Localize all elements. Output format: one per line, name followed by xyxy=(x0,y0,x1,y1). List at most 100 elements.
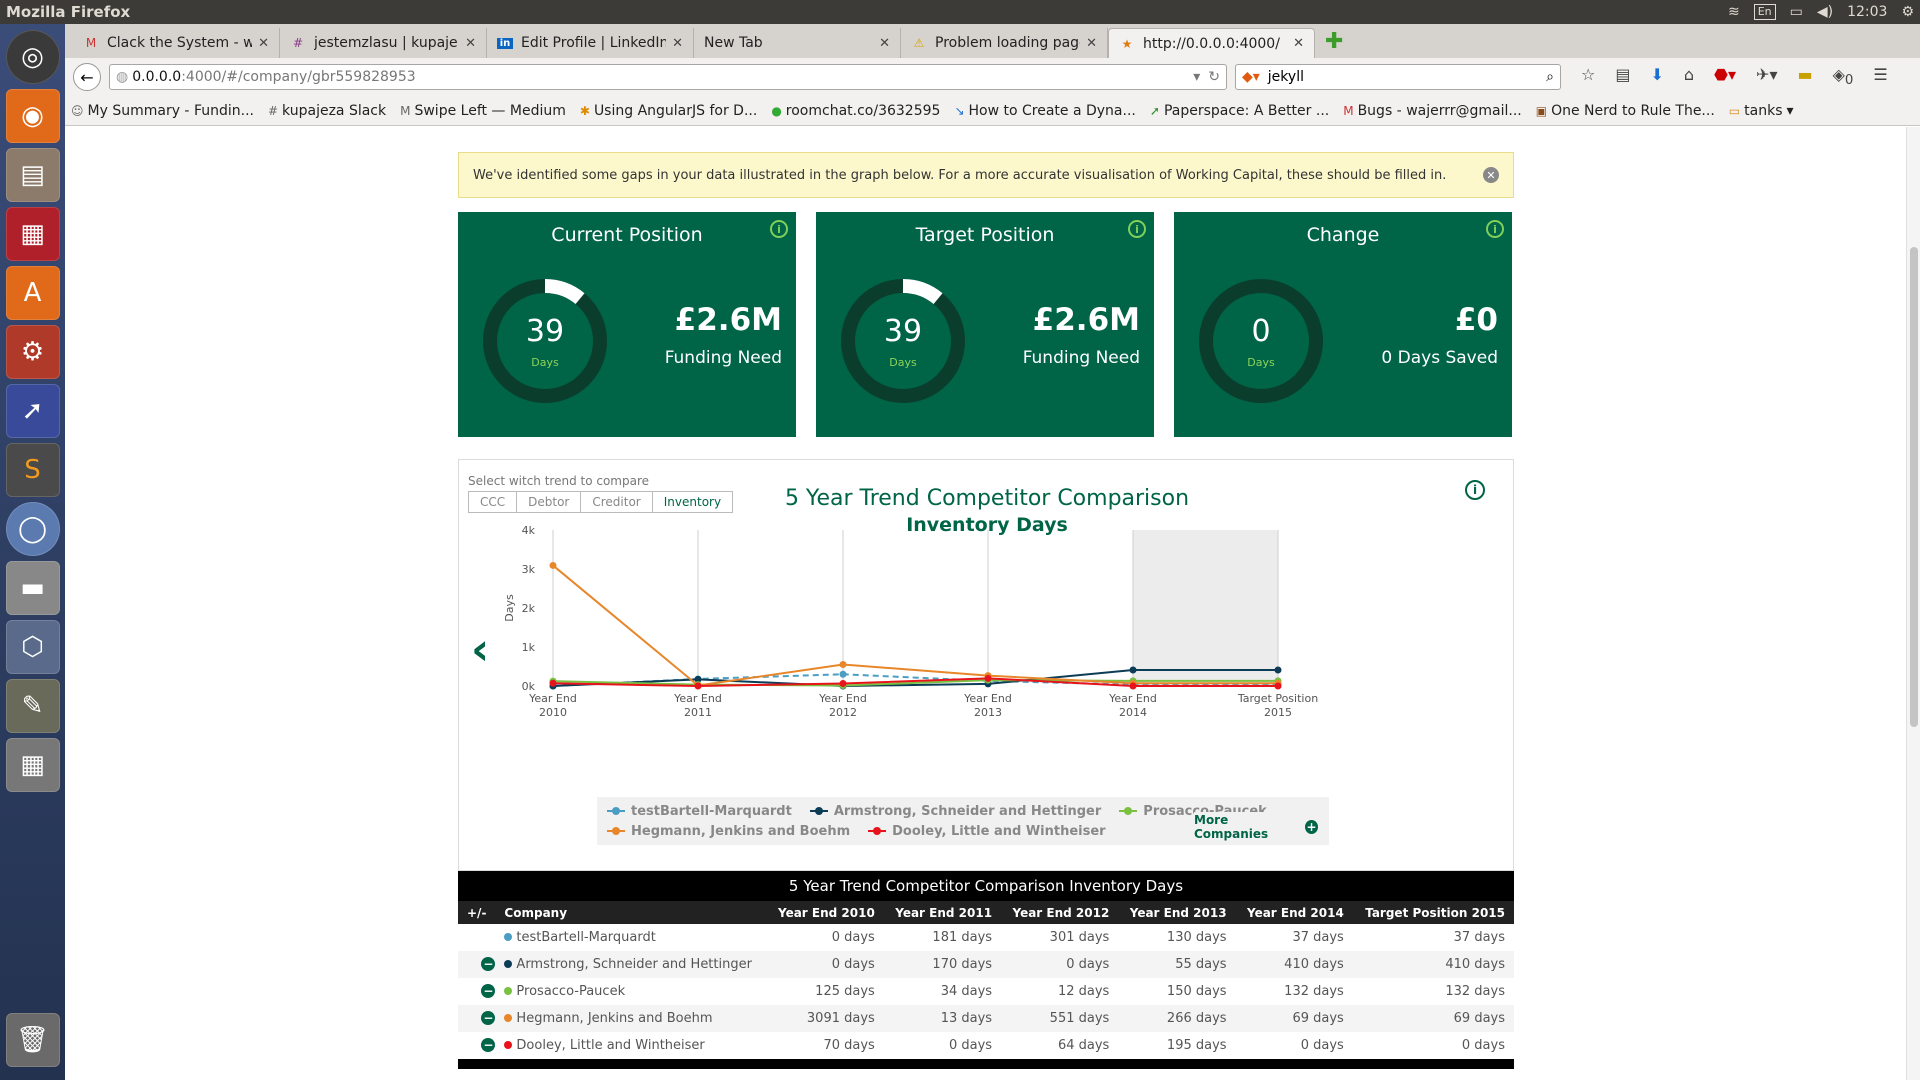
tab-problem-loading[interactable]: ⚠ Problem loading page ✕ xyxy=(901,28,1108,58)
sublime-text-icon[interactable]: S xyxy=(5,443,60,497)
table-header-row: +/- Company Year End 2010 Year End 2011 … xyxy=(458,901,1514,924)
bookmark-label: Bugs - wajerrr@gmail... xyxy=(1357,102,1522,119)
search-bar[interactable]: ◆▾ jekyll ⌕ xyxy=(1235,64,1561,90)
table-cell: 55 days xyxy=(1175,957,1227,972)
bookmarks-menu-icon[interactable]: ▤ xyxy=(1615,65,1630,88)
adblock-icon[interactable]: ⬣▾ xyxy=(1714,65,1736,88)
scanner-icon[interactable]: ▬ xyxy=(5,561,60,615)
close-icon[interactable]: ✕ xyxy=(258,36,269,51)
data-point xyxy=(984,674,992,682)
keyboard-indicator[interactable]: En xyxy=(1753,4,1776,20)
target-position-card: Target Position i 39 Days £2.6M Funding … xyxy=(816,212,1170,437)
bookmark-item[interactable]: ↘ How to Create a Dyna... xyxy=(954,103,1135,119)
terminal-icon[interactable]: ▦ xyxy=(5,207,60,261)
legend-label: Dooley, Little and Wintheiser xyxy=(892,823,1106,839)
legend-item[interactable]: Hegmann, Jenkins and Boehm xyxy=(607,824,850,839)
bookmark-star-icon[interactable]: ☆ xyxy=(1581,65,1595,88)
close-icon[interactable]: ✕ xyxy=(1483,167,1499,183)
more-companies-button[interactable]: More Companies + xyxy=(1194,812,1318,842)
bookmark-item[interactable]: ➚ Paperspace: A Better ... xyxy=(1150,103,1329,119)
bookmark-folder[interactable]: ▭ tanks ▾ xyxy=(1729,103,1794,119)
wifi-icon[interactable]: ≋ xyxy=(1728,4,1740,20)
info-icon[interactable]: i xyxy=(770,220,788,238)
settings-icon[interactable]: ⚙ xyxy=(5,325,60,379)
tab-slack[interactable]: # jestemzlasu | kupaje... ✕ xyxy=(280,28,487,58)
legend-item[interactable]: testBartell-Marquardt xyxy=(607,804,792,819)
y-tick-label: 3k xyxy=(522,563,536,576)
ubuntu-dash-icon[interactable]: ◎ xyxy=(5,30,60,84)
bookmark-item[interactable]: M Bugs - wajerrr@gmail... xyxy=(1343,103,1522,119)
scrollbar[interactable] xyxy=(1906,127,1920,1080)
bookmark-item[interactable]: ✱ Using AngularJS for D... xyxy=(580,103,757,119)
chromium-icon[interactable]: ◯ xyxy=(5,502,60,556)
menu-icon[interactable]: ☰ xyxy=(1873,65,1887,88)
reload-icon[interactable]: ↻ xyxy=(1208,69,1220,85)
bookmark-item[interactable]: M Swipe Left — Medium xyxy=(400,103,566,119)
table-cell: 69 days xyxy=(1453,1011,1505,1026)
remove-minus-icon[interactable]: − xyxy=(481,957,496,971)
bookmark-item[interactable]: ☺ My Summary - Fundin... xyxy=(71,103,254,119)
target-region-shade xyxy=(1133,530,1278,686)
back-arrow-icon[interactable]: ← xyxy=(73,63,101,91)
new-tab-plus-icon[interactable]: ✚ xyxy=(1325,29,1343,54)
search-input[interactable]: jekyll xyxy=(1268,69,1546,85)
legend-label: Armstrong, Schneider and Hettinger xyxy=(833,803,1102,819)
calculator-icon[interactable]: ▦ xyxy=(5,738,60,792)
tab-localhost[interactable]: ★ http://0.0.0.0:4000/ ✕ xyxy=(1108,28,1315,58)
remove-minus-icon[interactable]: − xyxy=(481,1038,496,1052)
funding-amount: £2.6M xyxy=(1032,302,1140,338)
info-icon[interactable]: i xyxy=(1128,220,1146,238)
close-icon[interactable]: ✕ xyxy=(1293,36,1304,51)
scrollbar-thumb[interactable] xyxy=(1910,247,1918,727)
firefox-icon[interactable]: ◉ xyxy=(5,89,60,143)
power-gear-icon[interactable]: ⚙ xyxy=(1901,4,1914,20)
extension-yellow-icon[interactable]: ▬ xyxy=(1797,65,1812,88)
company-name: Dooley, Little and Wintheiser xyxy=(516,1038,705,1053)
funding-label: Funding Need xyxy=(1022,348,1140,368)
clock[interactable]: 12:03 xyxy=(1847,4,1887,20)
bookmark-item[interactable]: # kupajeza Slack xyxy=(268,103,386,119)
software-center-icon[interactable]: A xyxy=(5,266,60,320)
remove-minus-icon[interactable]: − xyxy=(481,1011,496,1025)
navigation-bar: ← ◍ 0.0.0.0 :4000/#/company/gbr559828953… xyxy=(65,58,1920,96)
tab-new-tab[interactable]: New Tab ✕ xyxy=(694,28,901,58)
virtualbox-icon[interactable]: ⬡ xyxy=(5,620,60,674)
x-tick-label: Year End xyxy=(673,692,722,705)
files-icon[interactable]: ▤ xyxy=(5,148,60,202)
close-icon[interactable]: ✕ xyxy=(1086,36,1097,51)
days-ring: 0 Days xyxy=(1198,278,1324,404)
volume-icon[interactable]: ◀) xyxy=(1817,4,1833,20)
remove-minus-icon[interactable]: − xyxy=(481,984,496,998)
legend-item[interactable]: Armstrong, Schneider and Hettinger xyxy=(809,803,1102,819)
table-cell: 181 days xyxy=(932,930,993,945)
bookmark-item[interactable]: ▣ One Nerd to Rule The... xyxy=(1536,103,1715,119)
close-icon[interactable]: ✕ xyxy=(879,36,890,51)
tab-gmail[interactable]: M Clack the System - w... ✕ xyxy=(73,28,280,58)
info-icon[interactable]: i xyxy=(1486,220,1504,238)
x-tick-label: 2013 xyxy=(974,706,1002,719)
legend-item[interactable]: Dooley, Little and Wintheiser xyxy=(868,823,1106,839)
trash-icon[interactable]: 🗑 xyxy=(5,1013,60,1067)
gimp-icon[interactable]: ✎ xyxy=(5,679,60,733)
url-dropdown-icon[interactable]: ▾ xyxy=(1193,69,1200,85)
extension-icon[interactable]: ✈▾ xyxy=(1756,65,1777,88)
close-icon[interactable]: ✕ xyxy=(672,36,683,51)
addon-badge-icon[interactable]: ◈0 xyxy=(1833,65,1854,88)
search-icon[interactable]: ⌕ xyxy=(1546,69,1554,85)
table-cell: 3091 days xyxy=(806,1011,875,1026)
tab-linkedin[interactable]: in Edit Profile | LinkedIn ✕ xyxy=(487,28,694,58)
url-bar[interactable]: ◍ 0.0.0.0 :4000/#/company/gbr559828953 ▾… xyxy=(109,64,1227,90)
y-tick-label: 2k xyxy=(522,602,536,615)
bookmark-item[interactable]: ● roomchat.co/3632595 xyxy=(771,103,940,119)
search-engine-icon[interactable]: ◆▾ xyxy=(1242,69,1260,85)
days-ring: 39 Days xyxy=(840,278,966,404)
downloads-icon[interactable]: ⬇ xyxy=(1650,65,1663,88)
tab-label: Problem loading page xyxy=(935,35,1081,51)
bookmark-label: tanks xyxy=(1744,102,1783,119)
legend-label: testBartell-Marquardt xyxy=(631,803,792,819)
battery-icon[interactable]: ▭ xyxy=(1790,4,1803,20)
screenshot-icon[interactable]: ➚ xyxy=(5,384,60,438)
home-icon[interactable]: ⌂ xyxy=(1684,65,1694,88)
close-icon[interactable]: ✕ xyxy=(465,36,476,51)
company-cell: Hegmann, Jenkins and Boehm xyxy=(495,1005,766,1032)
